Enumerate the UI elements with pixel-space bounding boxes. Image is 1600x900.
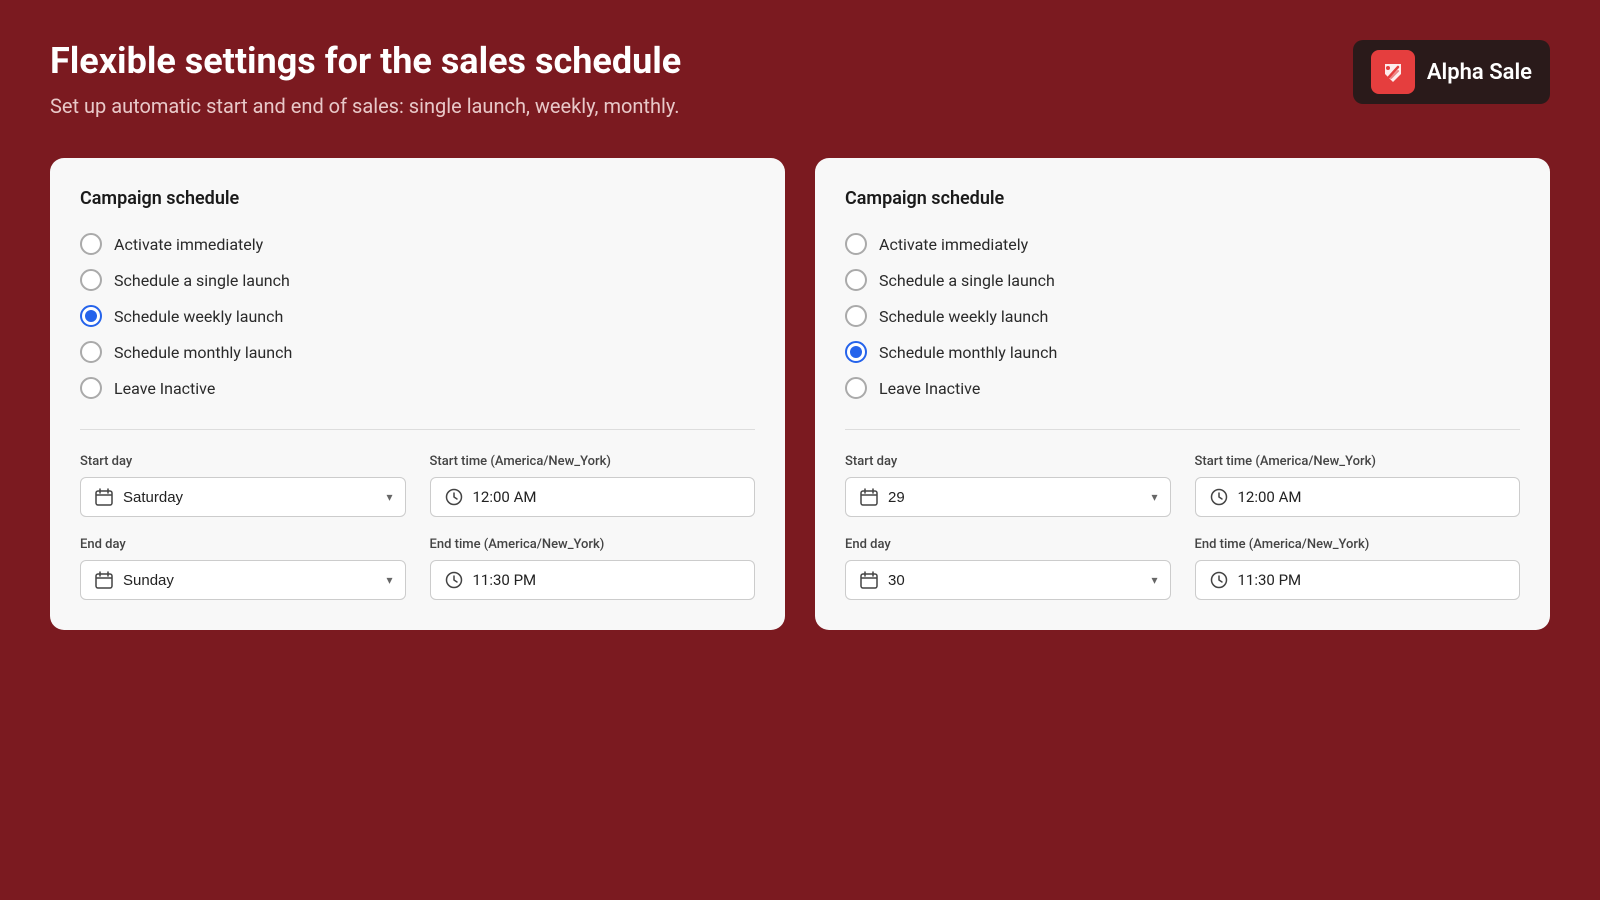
radio-single-right[interactable]: Schedule a single launch xyxy=(845,269,1520,291)
end-time-group-left: End time (America/New_York) 11:30 PM xyxy=(430,537,756,600)
start-time-field-right: 12:00 AM xyxy=(1195,477,1521,517)
start-time-field-left: 12:00 AM xyxy=(430,477,756,517)
end-day-label-left: End day xyxy=(80,537,406,552)
end-time-field-right: 11:30 PM xyxy=(1195,560,1521,600)
start-time-group-left: Start time (America/New_York) 12:00 AM xyxy=(430,454,756,517)
clock-icon-end-right xyxy=(1210,571,1228,589)
clock-icon-start-right xyxy=(1210,488,1228,506)
end-day-select-right[interactable]: 30 122931 xyxy=(888,572,1156,589)
radio-circle-monthly-right xyxy=(845,341,867,363)
radio-circle-weekly-left xyxy=(80,305,102,327)
radio-circle-inactive-right xyxy=(845,377,867,399)
end-time-field-left: 11:30 PM xyxy=(430,560,756,600)
brand-badge: Alpha Sale xyxy=(1353,40,1550,104)
radio-circle-activate-left xyxy=(80,233,102,255)
start-day-select-left[interactable]: Saturday Sunday Monday Tuesday Wednesday… xyxy=(123,489,391,506)
radio-circle-activate-right xyxy=(845,233,867,255)
radio-group-right: Activate immediately Schedule a single l… xyxy=(845,233,1520,399)
radio-circle-weekly-right xyxy=(845,305,867,327)
radio-inactive-right[interactable]: Leave Inactive xyxy=(845,377,1520,399)
end-day-select-wrapper-left[interactable]: Sunday Saturday Monday Tuesday Wednesday… xyxy=(80,560,406,600)
card-right-title: Campaign schedule xyxy=(845,188,1520,209)
radio-circle-monthly-left xyxy=(80,341,102,363)
end-time-group-right: End time (America/New_York) 11:30 PM xyxy=(1195,537,1521,600)
radio-activate-left[interactable]: Activate immediately xyxy=(80,233,755,255)
start-day-group-left: Start day Saturday Sunday Monday Tuesday… xyxy=(80,454,406,517)
radio-label-inactive-left: Leave Inactive xyxy=(114,379,215,398)
radio-label-single-right: Schedule a single launch xyxy=(879,271,1055,290)
calendar-icon-end-left xyxy=(95,571,113,589)
start-day-select-wrapper-right[interactable]: 29 1234 5283031 ▾ xyxy=(845,477,1171,517)
radio-weekly-left[interactable]: Schedule weekly launch xyxy=(80,305,755,327)
start-day-select-wrapper-left[interactable]: Saturday Sunday Monday Tuesday Wednesday… xyxy=(80,477,406,517)
radio-circle-single-left xyxy=(80,269,102,291)
start-time-label-right: Start time (America/New_York) xyxy=(1195,454,1521,469)
cards-container: Campaign schedule Activate immediately S… xyxy=(0,148,1600,670)
header-text: Flexible settings for the sales schedule… xyxy=(50,40,681,118)
calendar-icon-end-right xyxy=(860,571,878,589)
radio-label-activate-right: Activate immediately xyxy=(879,235,1028,254)
radio-label-inactive-right: Leave Inactive xyxy=(879,379,980,398)
radio-label-monthly-left: Schedule monthly launch xyxy=(114,343,292,362)
end-time-value-left: 11:30 PM xyxy=(473,571,537,589)
radio-weekly-right[interactable]: Schedule weekly launch xyxy=(845,305,1520,327)
end-day-group-left: End day Sunday Saturday Monday Tuesday W… xyxy=(80,537,406,600)
start-day-select-right[interactable]: 29 1234 5283031 xyxy=(888,489,1156,506)
card-left: Campaign schedule Activate immediately S… xyxy=(50,158,785,630)
page-title: Flexible settings for the sales schedule xyxy=(50,40,681,82)
calendar-icon-start-left xyxy=(95,488,113,506)
end-day-select-wrapper-right[interactable]: 30 122931 ▾ xyxy=(845,560,1171,600)
radio-circle-inactive-left xyxy=(80,377,102,399)
page-subtitle: Set up automatic start and end of sales:… xyxy=(50,94,681,118)
radio-label-activate-left: Activate immediately xyxy=(114,235,263,254)
start-time-group-right: Start time (America/New_York) 12:00 AM xyxy=(1195,454,1521,517)
end-time-label-right: End time (America/New_York) xyxy=(1195,537,1521,552)
start-day-label-left: Start day xyxy=(80,454,406,469)
brand-icon xyxy=(1371,50,1415,94)
radio-single-left[interactable]: Schedule a single launch xyxy=(80,269,755,291)
radio-inactive-left[interactable]: Leave Inactive xyxy=(80,377,755,399)
clock-icon-end-left xyxy=(445,571,463,589)
radio-label-single-left: Schedule a single launch xyxy=(114,271,290,290)
start-day-label-right: Start day xyxy=(845,454,1171,469)
radio-monthly-right[interactable]: Schedule monthly launch xyxy=(845,341,1520,363)
radio-label-monthly-right: Schedule monthly launch xyxy=(879,343,1057,362)
radio-group-left: Activate immediately Schedule a single l… xyxy=(80,233,755,399)
card-left-title: Campaign schedule xyxy=(80,188,755,209)
start-time-label-left: Start time (America/New_York) xyxy=(430,454,756,469)
start-time-value-right: 12:00 AM xyxy=(1238,488,1302,506)
radio-label-weekly-left: Schedule weekly launch xyxy=(114,307,283,326)
end-day-group-right: End day 30 122931 ▾ xyxy=(845,537,1171,600)
start-time-value-left: 12:00 AM xyxy=(473,488,537,506)
brand-name: Alpha Sale xyxy=(1427,60,1532,85)
radio-monthly-left[interactable]: Schedule monthly launch xyxy=(80,341,755,363)
calendar-icon-start-right xyxy=(860,488,878,506)
radio-activate-right[interactable]: Activate immediately xyxy=(845,233,1520,255)
end-day-label-right: End day xyxy=(845,537,1171,552)
radio-label-weekly-right: Schedule weekly launch xyxy=(879,307,1048,326)
end-day-select-left[interactable]: Sunday Saturday Monday Tuesday Wednesday… xyxy=(123,572,391,589)
radio-circle-single-right xyxy=(845,269,867,291)
fields-grid-left: Start day Saturday Sunday Monday Tuesday… xyxy=(80,454,755,600)
end-time-label-left: End time (America/New_York) xyxy=(430,537,756,552)
card-right: Campaign schedule Activate immediately S… xyxy=(815,158,1550,630)
clock-icon-start-left xyxy=(445,488,463,506)
start-day-group-right: Start day 29 1234 5283031 ▾ xyxy=(845,454,1171,517)
end-time-value-right: 11:30 PM xyxy=(1238,571,1302,589)
fields-grid-right: Start day 29 1234 5283031 ▾ xyxy=(845,454,1520,600)
